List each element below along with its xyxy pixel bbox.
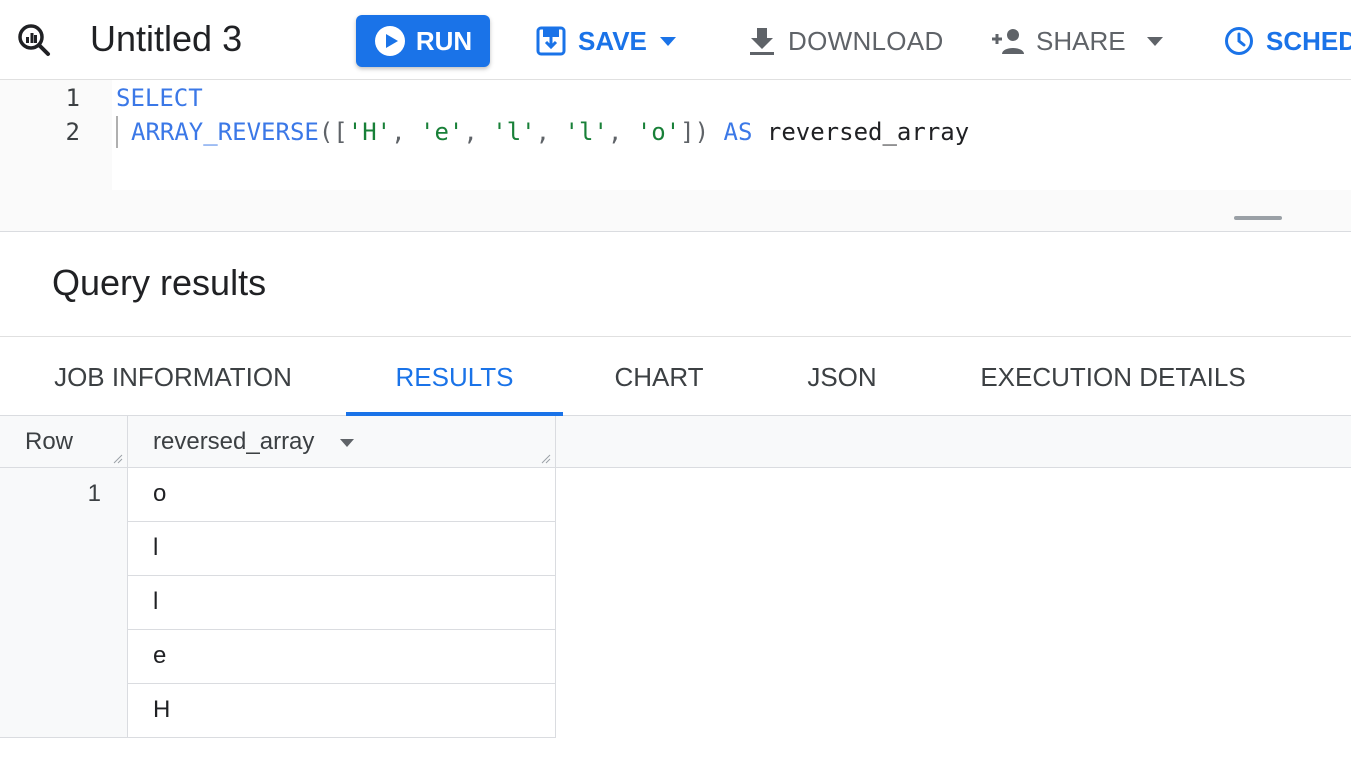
save-button[interactable]: SAVE bbox=[536, 18, 677, 64]
play-circle-icon bbox=[374, 26, 405, 56]
sql-string: 'l' bbox=[492, 118, 536, 146]
sort-caret-down-icon[interactable] bbox=[339, 438, 355, 448]
sql-keyword: AS bbox=[709, 118, 767, 146]
table-cell[interactable]: e bbox=[128, 630, 556, 684]
sql-keyword: SELECT bbox=[116, 84, 203, 112]
table-cell[interactable]: l bbox=[128, 522, 556, 576]
share-button-label: SHARE bbox=[1036, 25, 1126, 56]
schedule-button[interactable]: SCHED bbox=[1224, 18, 1351, 64]
row-number: 1 bbox=[87, 480, 101, 507]
download-button[interactable]: DOWNLOAD bbox=[748, 18, 944, 64]
share-button[interactable]: SHARE bbox=[990, 18, 1164, 64]
query-magnifier-icon bbox=[16, 22, 52, 58]
sql-string: 'H' bbox=[347, 118, 392, 146]
editor-resize-handle[interactable] bbox=[1234, 216, 1282, 220]
results-tabs: JOB INFORMATION RESULTS CHART JSON EXECU… bbox=[0, 336, 1351, 416]
reversed-array-column-header[interactable]: reversed_array bbox=[128, 416, 556, 468]
sql-punctuation: ([ bbox=[318, 118, 348, 146]
sql-string: 'o' bbox=[636, 118, 681, 146]
results-grid: Row reversed_array 1 o l l e H bbox=[0, 416, 1351, 738]
sql-alias: reversed_array bbox=[766, 118, 970, 146]
run-button-label: RUN bbox=[415, 25, 473, 56]
column-header-label: reversed_array bbox=[153, 428, 315, 455]
sql-editor[interactable]: 1 2 SELECT ARRAY_REVERSE(['H', 'e', 'l',… bbox=[0, 80, 1351, 232]
chevron-down-icon bbox=[1146, 37, 1163, 46]
tab-chart[interactable]: CHART bbox=[604, 337, 714, 417]
query-toolbar: Untitled 3 RUN SAVE DOWNLOAD SHARE SCHED bbox=[0, 0, 1351, 80]
chevron-down-icon bbox=[659, 37, 676, 46]
sql-string: 'l' bbox=[564, 118, 608, 146]
tab-execution-details[interactable]: EXECUTION DETAILS bbox=[975, 337, 1251, 417]
column-resize-grip-icon[interactable] bbox=[113, 454, 123, 464]
row-column-header: Row bbox=[0, 416, 128, 468]
table-cell[interactable]: o bbox=[128, 468, 556, 522]
line-number: 2 bbox=[65, 118, 80, 146]
row-number-column: 1 bbox=[0, 468, 128, 738]
sql-punctuation: , bbox=[607, 118, 637, 146]
sql-punctuation: , bbox=[391, 118, 421, 146]
person-add-icon bbox=[992, 29, 1024, 54]
run-button[interactable]: RUN bbox=[356, 15, 490, 67]
column-resize-grip-icon[interactable] bbox=[541, 454, 551, 464]
save-icon bbox=[536, 26, 566, 56]
sql-function: ARRAY_REVERSE bbox=[131, 118, 319, 146]
download-icon bbox=[750, 28, 774, 55]
sql-punctuation: , bbox=[463, 118, 493, 146]
query-results-title: Query results bbox=[52, 262, 267, 303]
schedule-button-label: SCHED bbox=[1266, 25, 1351, 56]
sql-punctuation: , bbox=[535, 118, 565, 146]
text-cursor bbox=[116, 116, 118, 148]
clock-icon bbox=[1225, 27, 1253, 55]
row-header-label: Row bbox=[25, 428, 74, 455]
sql-string: 'e' bbox=[420, 118, 464, 146]
tab-results[interactable]: RESULTS bbox=[346, 337, 563, 417]
code-line-1[interactable]: SELECT bbox=[116, 84, 203, 112]
code-line-2[interactable]: ARRAY_REVERSE(['H', 'e', 'l', 'l', 'o'])… bbox=[131, 118, 969, 146]
line-number: 1 bbox=[65, 84, 80, 112]
sql-punctuation: ]) bbox=[680, 118, 710, 146]
save-button-label: SAVE bbox=[578, 25, 647, 56]
table-cell[interactable]: H bbox=[128, 684, 556, 738]
tab-job-information[interactable]: JOB INFORMATION bbox=[51, 337, 295, 417]
query-title[interactable]: Untitled 3 bbox=[90, 16, 242, 62]
table-cell[interactable]: l bbox=[128, 576, 556, 630]
download-button-label: DOWNLOAD bbox=[788, 25, 944, 56]
tab-json[interactable]: JSON bbox=[796, 337, 888, 417]
